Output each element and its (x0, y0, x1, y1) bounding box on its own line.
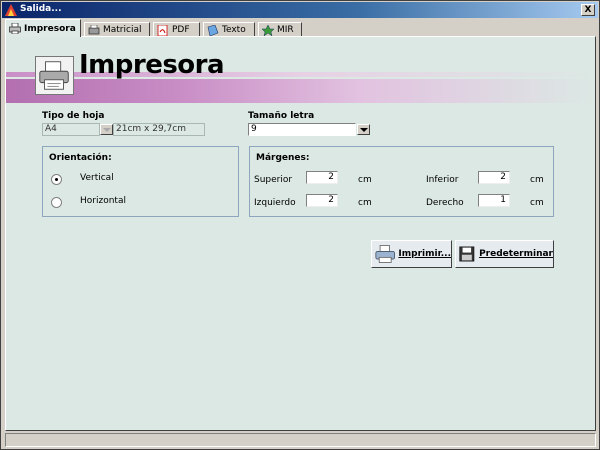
margin-superior-label: Superior (254, 175, 293, 185)
title-bar[interactable]: Salida... X (2, 2, 598, 18)
tab-label: Texto (222, 25, 246, 35)
paper-type-label: Tipo de hoja (42, 111, 105, 121)
save-icon (459, 246, 475, 262)
window-title: Salida... (20, 4, 62, 14)
dialog-window: Salida... X Impresora Matricial PDF Text… (0, 0, 600, 450)
unit-label: cm (358, 175, 372, 185)
unit-label: cm (530, 198, 544, 208)
font-size-select[interactable]: 9 (248, 123, 356, 136)
text-file-icon (207, 24, 219, 36)
tab-label: PDF (172, 25, 190, 35)
print-button-label: Imprimir... (398, 249, 451, 259)
banner-wash (6, 79, 595, 103)
margin-derecho-label: Derecho (426, 198, 464, 208)
close-button[interactable]: X (581, 4, 595, 16)
dot-matrix-printer-icon (88, 24, 100, 34)
radio-vertical-label[interactable]: Vertical (80, 173, 114, 183)
unit-label: cm (530, 175, 544, 185)
tab-strip: Impresora Matricial PDF Texto MIR (5, 19, 595, 37)
printer-icon (35, 56, 74, 95)
radio-vertical[interactable] (51, 174, 62, 185)
pdf-icon (157, 24, 168, 36)
printer-icon (375, 245, 395, 263)
margin-derecho-input[interactable]: 1 (478, 194, 510, 207)
tab-impresora[interactable]: Impresora (5, 19, 81, 37)
margin-inferior-label: Inferior (426, 175, 459, 185)
tab-label: Impresora (24, 23, 76, 34)
margins-title: Márgenes: (256, 153, 310, 163)
tab-label: MIR (277, 25, 294, 35)
app-icon (5, 4, 17, 16)
default-button-label: Predeterminar (479, 249, 553, 259)
section-banner: Impresora (6, 37, 595, 103)
chevron-down-icon[interactable] (357, 124, 370, 135)
predeterminar-button[interactable]: Predeterminar (455, 240, 554, 268)
paper-type-field[interactable]: A4 (42, 123, 100, 136)
status-bar (5, 433, 596, 447)
tab-texto[interactable]: Texto (203, 22, 255, 37)
printer-icon (9, 23, 21, 34)
tab-mir[interactable]: MIR (258, 22, 302, 37)
print-button[interactable]: Imprimir... (371, 240, 452, 268)
tab-pdf[interactable]: PDF (153, 22, 200, 37)
tab-label: Matricial (103, 25, 142, 35)
margin-izquierdo-input[interactable]: 2 (306, 194, 338, 207)
paper-size-field: 21cm x 29,7cm (113, 123, 205, 136)
mir-icon (262, 24, 274, 36)
margin-superior-input[interactable]: 2 (306, 171, 338, 184)
radio-horizontal[interactable] (51, 197, 62, 208)
margin-izquierdo-label: Izquierdo (254, 198, 296, 208)
tab-matricial[interactable]: Matricial (84, 22, 150, 37)
impresora-panel: Impresora Tipo de hoja A4 21cm x 29,7cm … (5, 36, 596, 431)
unit-label: cm (358, 198, 372, 208)
font-size-label: Tamaño letra (248, 111, 315, 121)
page-title: Impresora (79, 50, 225, 80)
chevron-down-icon[interactable] (100, 124, 113, 135)
margin-inferior-input[interactable]: 2 (478, 171, 510, 184)
orientation-title: Orientación: (49, 153, 112, 163)
radio-horizontal-label[interactable]: Horizontal (80, 196, 126, 206)
